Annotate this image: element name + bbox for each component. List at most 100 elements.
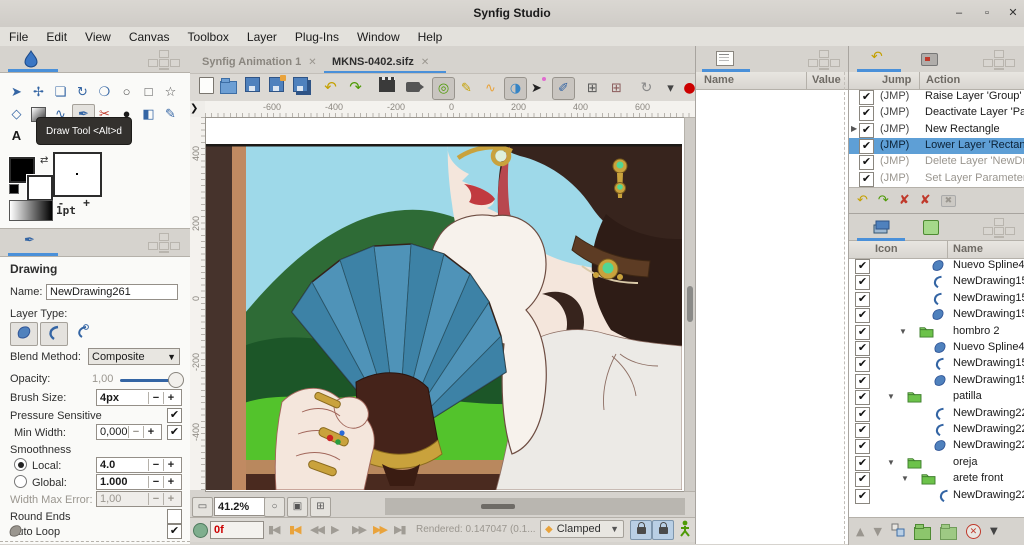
history-row[interactable]: ✔ (JMP) Lower Layer 'Rectangle1 <box>849 137 1024 154</box>
layer-visibility-checkbox[interactable]: ✔ <box>855 455 870 471</box>
menu-window[interactable]: Window <box>348 30 409 44</box>
layer-row-newdrawing152[interactable]: ✔ NewDrawing152 <box>849 373 1024 389</box>
brush-preview[interactable] <box>53 152 102 197</box>
jump-link[interactable]: (JMP) <box>880 139 909 151</box>
brush-size-plus[interactable]: + <box>163 391 178 404</box>
jump-link[interactable]: (JMP) <box>880 172 909 184</box>
dock-handle[interactable] <box>983 50 1015 70</box>
expander-icon[interactable]: ▼ <box>887 458 895 467</box>
new-group-icon[interactable] <box>913 524 931 540</box>
undo-button[interactable]: ↶ <box>320 77 341 98</box>
local-plus[interactable]: + <box>163 459 178 471</box>
polygon-tool[interactable]: ◇ <box>6 104 27 124</box>
jump-link[interactable]: (JMP) <box>880 106 909 118</box>
star-tool[interactable]: ☆ <box>160 82 181 102</box>
layer-row-hombro-2[interactable]: ✔ ▼ hombro 2 <box>849 324 1024 340</box>
menu-plugins[interactable]: Plug-Ins <box>286 30 348 44</box>
circle-tool[interactable]: ○ <box>116 82 137 102</box>
close-button[interactable]: ✕ <box>1002 5 1024 21</box>
expander-icon[interactable]: ▼ <box>899 327 907 336</box>
column-layer-name[interactable]: Name <box>953 243 983 255</box>
new-document-button[interactable] <box>196 77 217 98</box>
jump-link[interactable]: (JMP) <box>880 90 909 102</box>
clear-undo-icon[interactable]: ✘ <box>899 193 910 208</box>
menu-toolbox[interactable]: Toolbox <box>179 30 238 44</box>
lower-layer-icon[interactable]: ▼ <box>873 525 881 538</box>
dock-handle[interactable] <box>983 218 1015 238</box>
layer-type-advanced-outline-button[interactable] <box>74 324 90 343</box>
layer-visibility-checkbox[interactable]: ✔ <box>855 291 870 307</box>
jump-link[interactable]: (JMP) <box>880 123 909 135</box>
local-input[interactable]: 4.0 − + <box>96 457 182 473</box>
scroll-thumb[interactable] <box>687 286 693 322</box>
toggle-position-handles-button[interactable]: ◎ <box>432 77 455 100</box>
layer-visibility-checkbox[interactable]: ✔ <box>855 406 870 422</box>
synfig-logo-icon[interactable] <box>22 50 40 68</box>
save-all-button[interactable] <box>290 77 311 98</box>
layer-row-nuevo-spline477[interactable]: ✔ Nuevo Spline477 <box>849 340 1024 356</box>
canvas-menu-caret[interactable]: ❯ <box>190 101 205 117</box>
round-ends-checkbox[interactable] <box>167 509 182 524</box>
properties-button[interactable] <box>376 77 397 98</box>
layer-visibility-checkbox[interactable]: ✔ <box>855 341 870 356</box>
layer-visibility-checkbox[interactable]: ✔ <box>855 357 870 373</box>
rotate-tool[interactable]: ↻ <box>72 82 93 102</box>
layer-row-newdrawing153[interactable]: ✔ NewDrawing153 <box>849 307 1024 324</box>
layer-visibility-checkbox[interactable]: ✔ <box>855 275 870 291</box>
history-row[interactable]: ✔ (JMP) Raise Layer 'Group' <box>849 89 1024 105</box>
jump-link[interactable]: (JMP) <box>880 155 909 167</box>
canvas-viewport[interactable] <box>205 117 684 492</box>
layer-row-newdrawing152[interactable]: ✔ NewDrawing152 <box>849 356 1024 373</box>
zoom-fit-button[interactable]: ▣ <box>287 497 308 517</box>
rectangle-tool[interactable]: □ <box>138 82 159 102</box>
outline-color-swatch[interactable] <box>26 174 54 202</box>
layer-visibility-checkbox[interactable]: ✔ <box>855 373 870 389</box>
fill-bucket-icon[interactable] <box>8 524 23 542</box>
auto-loop-checkbox[interactable]: ✔ <box>167 524 182 539</box>
save-as-button[interactable] <box>266 75 287 98</box>
min-width-minus[interactable]: − <box>128 426 143 438</box>
global-plus[interactable]: + <box>163 476 178 488</box>
menu-edit[interactable]: Edit <box>37 30 76 44</box>
layer-visibility-checkbox[interactable]: ✔ <box>855 259 870 274</box>
snap-grid-button[interactable]: ⊞ <box>606 77 627 98</box>
layer-visibility-checkbox[interactable]: ✔ <box>855 472 870 488</box>
current-time-field[interactable]: 0f <box>210 521 264 539</box>
zoom-fit-canvas-button[interactable]: ⊞ <box>310 497 331 517</box>
history-tab-icon[interactable]: ↶ <box>871 49 883 65</box>
menu-view[interactable]: View <box>76 30 120 44</box>
min-width-checkbox[interactable]: ✔ <box>167 425 182 440</box>
toggle-vertex-handles-button[interactable]: ✎ <box>456 77 477 98</box>
seek-prev-frame-button[interactable]: ◀◀ <box>310 523 325 536</box>
zoom-level-field[interactable]: 41.2% <box>214 497 266 516</box>
global-minus[interactable]: − <box>148 476 163 488</box>
clear-history-icon[interactable]: ✖ <box>940 194 957 207</box>
brush-size-increase[interactable]: + <box>83 196 90 210</box>
scroll-thumb[interactable] <box>481 504 515 509</box>
layer-row-oreja[interactable]: ✔ ▼ oreja <box>849 455 1024 471</box>
blend-method-dropdown[interactable]: Composite ▼ <box>88 348 180 365</box>
bone-setup-icon[interactable] <box>678 520 692 541</box>
minimize-button[interactable]: – <box>948 5 970 21</box>
brush-size-minus[interactable]: − <box>148 391 163 404</box>
draw-tool-options-icon[interactable]: ✒ <box>24 233 35 248</box>
history-row-checkbox[interactable]: ✔ <box>859 155 874 171</box>
layers-tab-icon[interactable] <box>873 220 890 237</box>
low-res-toggle-button[interactable]: ▭ <box>192 497 213 517</box>
history-row-checkbox[interactable]: ✔ <box>859 90 874 105</box>
expander-icon[interactable]: ▼ <box>901 474 909 483</box>
layer-type-outline-button[interactable] <box>40 322 68 346</box>
brush-size-input[interactable]: 4px − + <box>96 389 182 406</box>
open-document-button[interactable] <box>218 77 239 98</box>
layer-visibility-checkbox[interactable]: ✔ <box>855 324 870 340</box>
seek-begin-button[interactable]: ▮◀ <box>268 523 280 536</box>
seek-next-frame-button[interactable]: ▶▶ <box>352 523 367 536</box>
play-button[interactable]: ▶ <box>331 523 340 536</box>
layer-visibility-checkbox[interactable]: ✔ <box>855 390 870 406</box>
seek-next-keyframe-button[interactable]: ▶▶ <box>373 523 388 536</box>
sketch-tool[interactable]: ✎ <box>160 104 181 124</box>
transform-tool[interactable]: ➤ <box>6 82 27 102</box>
menu-layer[interactable]: Layer <box>238 30 286 44</box>
render-button[interactable] <box>402 77 424 98</box>
dock-handle[interactable] <box>148 50 180 70</box>
